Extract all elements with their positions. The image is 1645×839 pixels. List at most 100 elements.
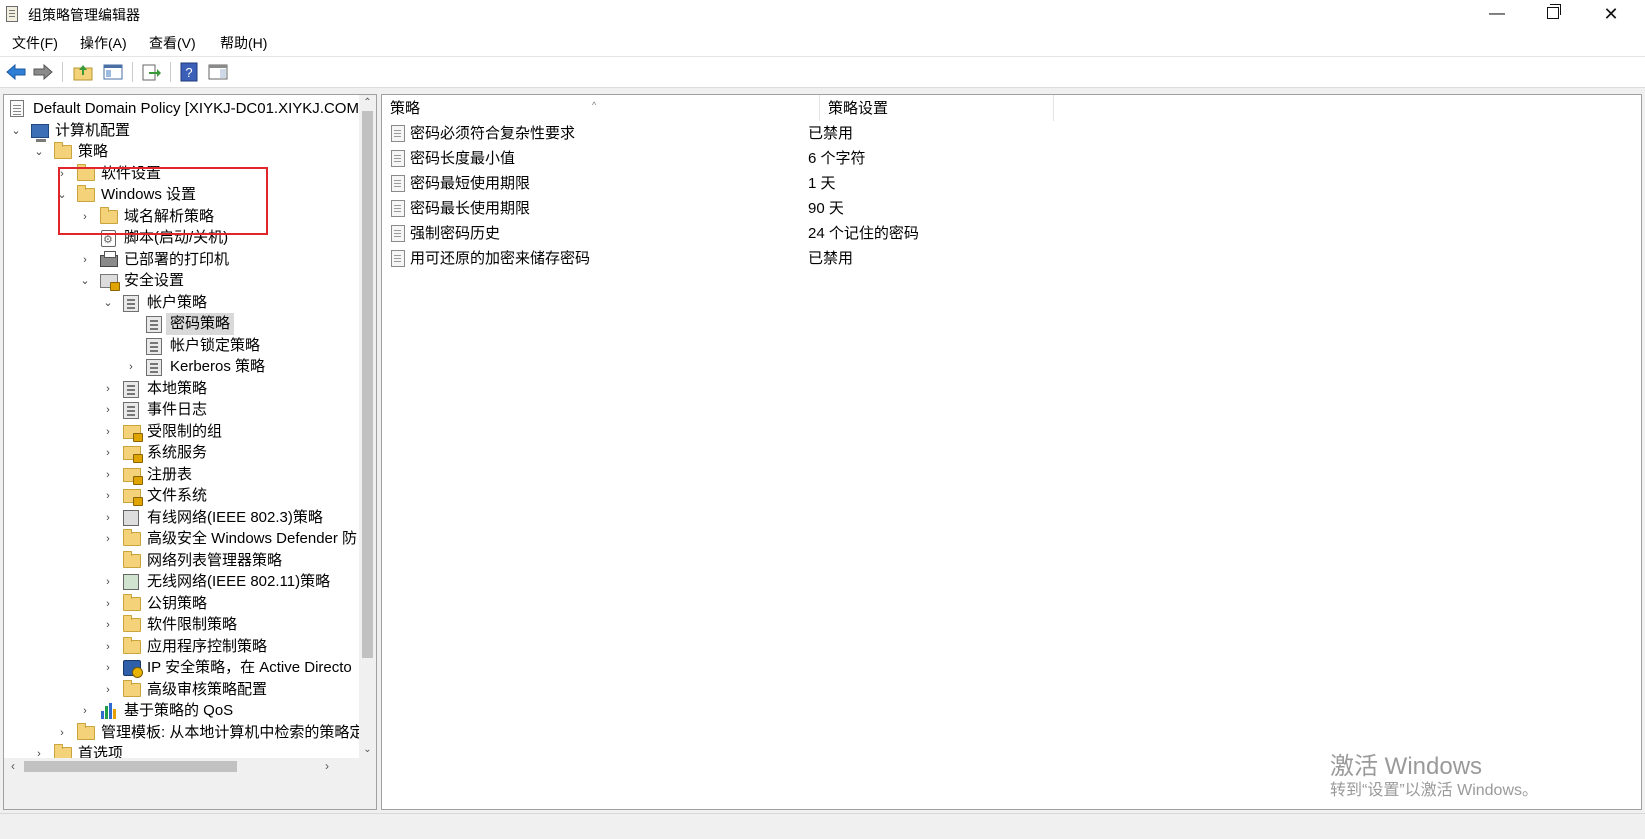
chevron-right-icon[interactable]: ›: [103, 571, 113, 593]
console-tree-icon: [103, 64, 123, 80]
menu-view[interactable]: 查看(V): [149, 33, 196, 53]
list-row-min-password-length[interactable]: 密码长度最小值 6 个字符: [382, 146, 1382, 171]
policy-icon: [123, 381, 139, 398]
up-level-button[interactable]: [71, 60, 95, 84]
chevron-right-icon[interactable]: ›: [103, 399, 113, 421]
bar-chart-icon: [100, 703, 118, 719]
chevron-right-icon[interactable]: ›: [103, 442, 113, 464]
policy-icon: [123, 295, 139, 312]
status-bar: [0, 813, 1645, 839]
toolbar-separator: [132, 62, 133, 82]
script-icon: [101, 229, 116, 251]
minimize-button[interactable]: —: [1474, 0, 1520, 28]
chevron-down-icon[interactable]: ⌄: [80, 270, 90, 292]
chevron-down-icon[interactable]: ⌄: [103, 292, 113, 314]
chevron-right-icon[interactable]: ›: [103, 507, 113, 529]
chevron-right-icon[interactable]: ›: [80, 206, 90, 228]
chevron-right-icon[interactable]: ›: [103, 464, 113, 486]
column-header-policy[interactable]: 策略 ^: [382, 95, 820, 121]
forward-button[interactable]: [31, 60, 55, 84]
policy-setting-icon: [391, 200, 405, 217]
chevron-right-icon[interactable]: ›: [103, 593, 113, 615]
folder-icon: [123, 637, 141, 654]
scroll-thumb[interactable]: [362, 111, 373, 658]
folder-icon: [54, 142, 72, 159]
maximize-button[interactable]: [1530, 0, 1576, 28]
folder-icon: [77, 185, 95, 202]
security-icon: [100, 274, 120, 291]
folder-icon: [123, 594, 141, 611]
menu-file[interactable]: 文件(F): [12, 33, 58, 53]
help-icon: ?: [180, 62, 198, 82]
scrollbar-corner: [359, 758, 376, 775]
ip-security-icon: [123, 660, 143, 678]
list-row-min-password-age[interactable]: 密码最短使用期限 1 天: [382, 171, 1382, 196]
scroll-left-arrow-icon[interactable]: ‹: [6, 758, 20, 775]
list-row-password-history[interactable]: 强制密码历史 24 个记住的密码: [382, 221, 1382, 246]
console-tree-pane: Default Domain Policy [XIYKJ-DC01.XIYKJ.…: [3, 94, 377, 810]
policy-document-icon: [10, 100, 24, 117]
locked-folder-icon: [123, 425, 143, 442]
list-row-reversible-encryption[interactable]: 用可还原的加密来储存密码 已禁用: [382, 246, 1382, 271]
svg-text:?: ?: [185, 65, 192, 80]
policy-setting-icon: [391, 125, 405, 142]
sort-ascending-icon: ^: [592, 100, 597, 110]
policy-setting-icon: [391, 150, 405, 167]
policy-icon: [146, 338, 162, 355]
folder-icon: [123, 615, 141, 632]
locked-folder-icon: [123, 446, 143, 463]
help-button[interactable]: ?: [177, 60, 201, 84]
chevron-right-icon[interactable]: ›: [103, 528, 113, 550]
folder-up-icon: [73, 65, 93, 81]
chevron-right-icon[interactable]: ›: [103, 614, 113, 636]
chevron-down-icon[interactable]: ⌄: [34, 141, 44, 163]
chevron-right-icon[interactable]: ›: [126, 356, 136, 378]
list-row-password-complexity[interactable]: 密码必须符合复杂性要求 已禁用: [382, 121, 1382, 146]
chevron-right-icon[interactable]: ›: [80, 700, 90, 722]
policy-icon: [146, 316, 162, 333]
policy-icon: [146, 359, 162, 376]
chevron-right-icon[interactable]: ›: [57, 163, 67, 185]
chevron-down-icon[interactable]: ⌄: [11, 120, 21, 142]
title-bar: 组策略管理编辑器 — ✕: [0, 0, 1645, 28]
scroll-down-arrow-icon[interactable]: ⌄: [359, 742, 376, 758]
chevron-right-icon[interactable]: ›: [103, 378, 113, 400]
column-header-setting[interactable]: 策略设置: [820, 95, 1054, 121]
app-icon: [6, 6, 18, 22]
chevron-right-icon[interactable]: ›: [103, 679, 113, 701]
back-arrow-icon: [6, 64, 26, 80]
scroll-up-arrow-icon[interactable]: ⌃: [359, 95, 376, 111]
export-icon: [142, 64, 161, 81]
toolbar-separator: [62, 62, 63, 82]
back-button[interactable]: [4, 60, 28, 84]
chevron-right-icon[interactable]: ›: [103, 421, 113, 443]
pane-filler: [4, 775, 376, 809]
export-list-button[interactable]: [139, 60, 163, 84]
folder-icon: [123, 551, 141, 568]
folder-icon: [123, 529, 141, 546]
window-title: 组策略管理编辑器: [28, 7, 140, 23]
network-icon: [123, 510, 139, 526]
policy-setting-icon: [391, 175, 405, 192]
chevron-right-icon[interactable]: ›: [103, 657, 113, 679]
folder-icon: [123, 680, 141, 697]
menu-action[interactable]: 操作(A): [80, 33, 127, 53]
scroll-thumb[interactable]: [24, 761, 237, 772]
chevron-right-icon[interactable]: ›: [57, 722, 67, 744]
menu-help[interactable]: 帮助(H): [220, 33, 267, 53]
chevron-right-icon[interactable]: ›: [103, 485, 113, 507]
chevron-down-icon[interactable]: ⌄: [57, 184, 67, 206]
folder-icon: [77, 723, 95, 740]
tree-horizontal-scrollbar[interactable]: ‹ ›: [4, 758, 376, 775]
chevron-right-icon[interactable]: ›: [80, 249, 90, 271]
activation-watermark-subtitle: 转到“设置”以激活 Windows。: [1330, 782, 1539, 799]
close-button[interactable]: ✕: [1588, 0, 1634, 28]
show-action-pane-button[interactable]: [206, 60, 230, 84]
show-hide-tree-button[interactable]: [101, 60, 125, 84]
list-row-max-password-age[interactable]: 密码最长使用期限 90 天: [382, 196, 1382, 221]
chevron-right-icon[interactable]: ›: [103, 636, 113, 658]
scroll-right-arrow-icon[interactable]: ›: [320, 758, 334, 775]
locked-folder-icon: [123, 489, 143, 506]
tree-vertical-scrollbar[interactable]: ⌃ ⌄: [359, 95, 376, 758]
locked-folder-icon: [123, 468, 143, 485]
